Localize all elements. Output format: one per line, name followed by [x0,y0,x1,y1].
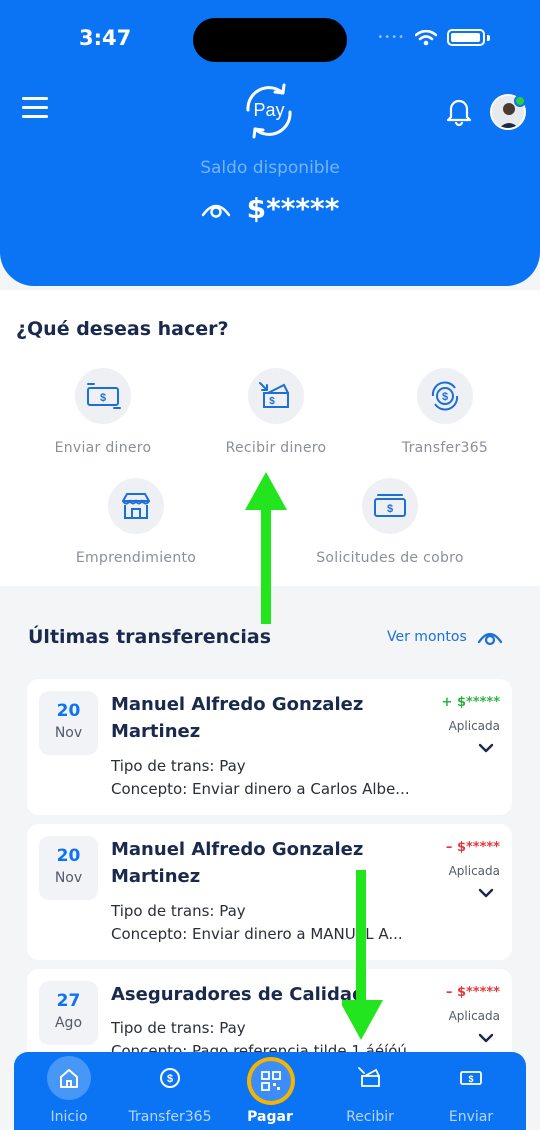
date-day: 20 [56,846,81,866]
transfer-name: Manuel Alfredo Gonzalez Martinez [111,694,364,742]
svg-text:$: $ [167,1073,173,1085]
show-amounts-button[interactable]: Ver montos [387,628,503,646]
date-day: 20 [56,701,81,721]
receive-icon [358,1067,380,1087]
nav-label: Recibir [346,1109,394,1125]
battery-icon [447,29,485,46]
send-icon: $ [460,1071,482,1085]
action-label: Transfer365 [401,440,489,456]
payment-request-icon: $ [374,494,406,517]
action-label: Enviar dinero [54,440,152,456]
transfer-status: Aplicada [448,864,500,878]
action-transfer365[interactable]: $ Transfer365 [355,368,535,456]
date-month: Nov [54,870,83,886]
home-icon [60,1069,78,1088]
transfer-concept: Concepto: Enviar dinero a Carlos Albe... [111,780,410,798]
nav-recibir[interactable]: Recibir [320,1052,420,1125]
eye-icon[interactable] [201,199,231,219]
transfer-status: Aplicada [448,719,500,733]
date-month: Nov [54,725,83,741]
signal-icon: •••• [377,32,405,43]
action-emprendimiento[interactable]: Emprendimiento [46,478,226,566]
svg-text:$: $ [468,1074,473,1084]
nav-label: Inicio [50,1109,88,1125]
transfer-card[interactable]: 20 Nov Manuel Alfredo Gonzalez Martinez … [27,679,512,815]
pay-logo: Pay [246,83,292,139]
actions-title: ¿Qué deseas hacer? [16,318,229,340]
action-solicitudes-cobro[interactable]: $ Solicitudes de cobro [300,478,480,566]
transfer-type: Tipo de trans: Pay [111,757,246,775]
chevron-down-icon[interactable] [478,888,494,898]
qr-code-icon [261,1071,281,1091]
transfer-status: Aplicada [448,1009,500,1023]
menu-button[interactable] [22,97,48,121]
nav-label: Transfer365 [128,1109,212,1125]
action-label: Emprendimiento [75,550,197,566]
notification-bell-icon[interactable] [445,96,473,126]
bottom-navigation: Inicio $ Transfer365 Pagar Recibir $ Env… [14,1052,526,1130]
annotation-arrow-up-icon [245,472,287,624]
nav-label: Enviar [448,1109,494,1125]
annotation-arrow-down-icon [342,870,383,1040]
transfer365-icon: $ [431,381,459,411]
store-icon [122,493,150,519]
svg-text:$: $ [442,391,448,403]
show-amounts-label: Ver montos [387,629,467,645]
receive-money-icon: $ [259,382,289,408]
transfer-amount: – $***** [445,840,500,855]
transfer-amount: – $***** [445,985,500,1000]
nav-inicio[interactable]: Inicio [19,1052,119,1125]
transfer-type: Tipo de trans: Pay [111,902,246,920]
action-recibir-dinero[interactable]: $ Recibir dinero [186,368,366,456]
status-icons: •••• [377,29,490,46]
transfer-name: Aseguradores de Calidad [111,984,365,1005]
action-enviar-dinero[interactable]: $ Enviar dinero [13,368,193,456]
date-box: 20 Nov [39,691,98,755]
balance-label: Saldo disponible [200,158,340,178]
transfer365-icon: $ [160,1068,180,1088]
transfer-amount: + $***** [441,695,500,710]
transfers-title: Últimas transferencias [28,626,272,648]
action-label: Solicitudes de cobro [316,550,464,566]
date-month: Ago [54,1015,83,1031]
svg-text:$: $ [269,396,275,407]
nav-enviar[interactable]: $ Enviar [421,1052,521,1125]
verified-badge-icon [514,95,526,107]
app-header: 3:47 •••• Pay Saldo disponible $***** [0,0,540,286]
status-time: 3:47 [79,26,132,50]
action-label: Recibir dinero [225,440,327,456]
svg-text:$: $ [387,503,393,515]
nav-transfer365[interactable]: $ Transfer365 [120,1052,220,1125]
nav-label: Pagar [247,1109,293,1125]
eye-icon [477,632,502,646]
transfer-card[interactable]: 20 Nov Manuel Alfredo Gonzalez Martinez … [27,824,512,960]
balance-value: $***** [246,192,340,225]
date-day: 27 [56,991,81,1011]
pay-button[interactable] [247,1057,295,1105]
balance-row: $***** [0,192,540,225]
svg-text:Pay: Pay [253,100,284,120]
chevron-down-icon[interactable] [478,743,494,753]
transfer-type: Tipo de trans: Pay [111,1019,246,1037]
wifi-icon [415,29,437,45]
date-box: 27 Ago [39,981,98,1045]
svg-text:$: $ [100,392,106,404]
device-notch [193,18,347,62]
send-money-icon: $ [87,383,121,409]
chevron-down-icon[interactable] [478,1033,494,1043]
date-box: 20 Nov [39,836,98,900]
